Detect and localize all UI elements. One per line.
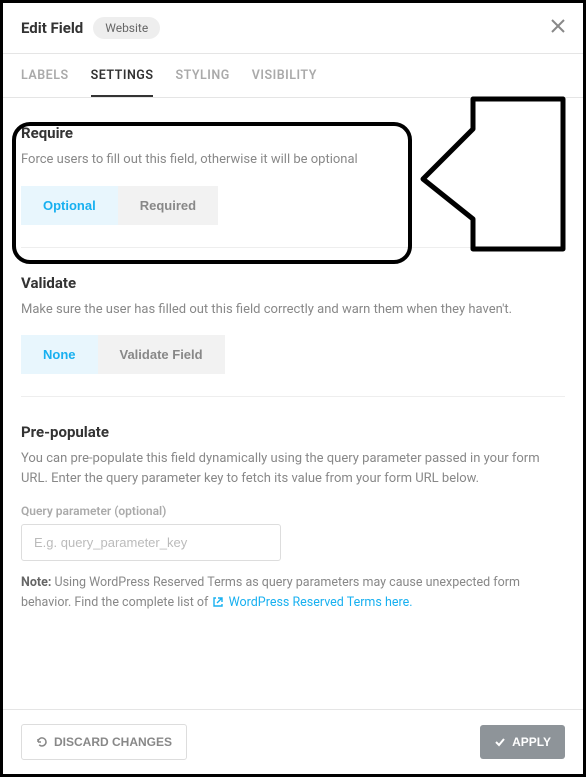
validate-toggle-group: None Validate Field: [21, 335, 565, 374]
require-title: Require: [21, 124, 565, 142]
apply-label: APPLY: [512, 735, 551, 749]
require-desc: Force users to fill out this field, othe…: [21, 150, 565, 170]
external-link-icon: [212, 596, 224, 608]
validate-desc: Make sure the user has filled out this f…: [21, 300, 565, 320]
require-optional-button[interactable]: Optional: [21, 186, 118, 225]
reserved-terms-link-text: WordPress Reserved Terms here.: [229, 595, 413, 610]
prepopulate-note: Note: Using WordPress Reserved Terms as …: [21, 573, 565, 613]
discard-button[interactable]: DISCARD CHANGES: [21, 724, 187, 760]
require-toggle-group: Optional Required: [21, 186, 565, 225]
undo-icon: [36, 736, 48, 748]
validate-section: Validate Make sure the user has filled o…: [21, 248, 565, 398]
check-icon: [494, 736, 506, 748]
prepopulate-title: Pre-populate: [21, 423, 565, 441]
content: Require Force users to fill out this fie…: [3, 98, 583, 635]
close-icon[interactable]: [551, 19, 565, 37]
dialog-footer: DISCARD CHANGES APPLY: [3, 709, 583, 774]
validate-title: Validate: [21, 274, 565, 292]
tabs: LABELS SETTINGS STYLING VISIBILITY: [3, 54, 583, 98]
dialog-title: Edit Field: [21, 19, 83, 37]
validate-none-button[interactable]: None: [21, 335, 98, 374]
tab-visibility[interactable]: VISIBILITY: [252, 54, 317, 97]
dialog-header: Edit Field Website: [3, 3, 583, 54]
discard-label: DISCARD CHANGES: [54, 735, 172, 749]
prepopulate-section: Pre-populate You can pre-populate this f…: [21, 397, 565, 635]
apply-button[interactable]: APPLY: [480, 725, 565, 759]
reserved-terms-link[interactable]: WordPress Reserved Terms here.: [212, 595, 413, 610]
require-section: Require Force users to fill out this fie…: [21, 98, 565, 248]
note-prefix: Note:: [21, 575, 51, 590]
field-type-badge: Website: [93, 17, 160, 39]
prepopulate-desc: You can pre-populate this field dynamica…: [21, 449, 565, 488]
tab-settings[interactable]: SETTINGS: [91, 54, 154, 97]
query-param-label: Query parameter (optional): [21, 504, 565, 518]
query-param-input[interactable]: [21, 524, 281, 561]
validate-field-button[interactable]: Validate Field: [98, 335, 225, 374]
require-required-button[interactable]: Required: [118, 186, 218, 225]
tab-labels[interactable]: LABELS: [21, 54, 69, 97]
tab-styling[interactable]: STYLING: [175, 54, 229, 97]
